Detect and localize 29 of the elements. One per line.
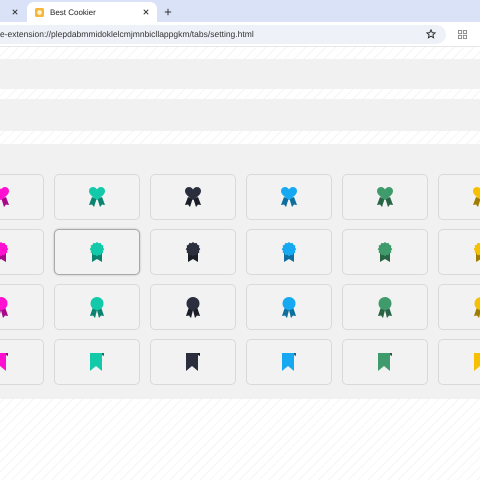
icon-option[interactable]	[150, 174, 236, 220]
bookmark-icon	[183, 351, 203, 373]
ribbon-icon	[87, 296, 107, 318]
close-icon[interactable]	[12, 9, 18, 15]
extensions-icon[interactable]	[458, 30, 467, 38]
icon-option[interactable]	[150, 339, 236, 385]
seal-icon	[183, 241, 203, 263]
seal-icon	[375, 241, 395, 263]
address-bar[interactable]: e-extension://plepdabmmidoklelcmjmnbicllappgkm/tabs/setting.html	[0, 24, 446, 44]
close-icon[interactable]	[143, 9, 149, 15]
browser-tab[interactable]: Best Cookier	[27, 2, 157, 22]
ribbon-icon	[375, 296, 395, 318]
ribbon-icon	[279, 296, 299, 318]
ribbon-icon	[183, 296, 203, 318]
tab-title: Best Cookier	[50, 8, 97, 16]
bookmark-icon	[279, 351, 299, 373]
bookmark-icon	[87, 351, 107, 373]
icon-option[interactable]	[150, 229, 236, 275]
seal-icon	[279, 241, 299, 263]
star-icon[interactable]	[426, 29, 436, 39]
new-tab-icon[interactable]	[164, 8, 172, 16]
ribbon-icon	[375, 186, 395, 208]
ribbon-icon	[87, 186, 107, 208]
ribbon-icon	[183, 186, 203, 208]
seal-icon	[87, 241, 107, 263]
cookie-icon	[35, 8, 44, 16]
ribbon-icon	[279, 186, 299, 208]
icon-option[interactable]	[150, 284, 236, 330]
bookmark-icon	[375, 351, 395, 373]
